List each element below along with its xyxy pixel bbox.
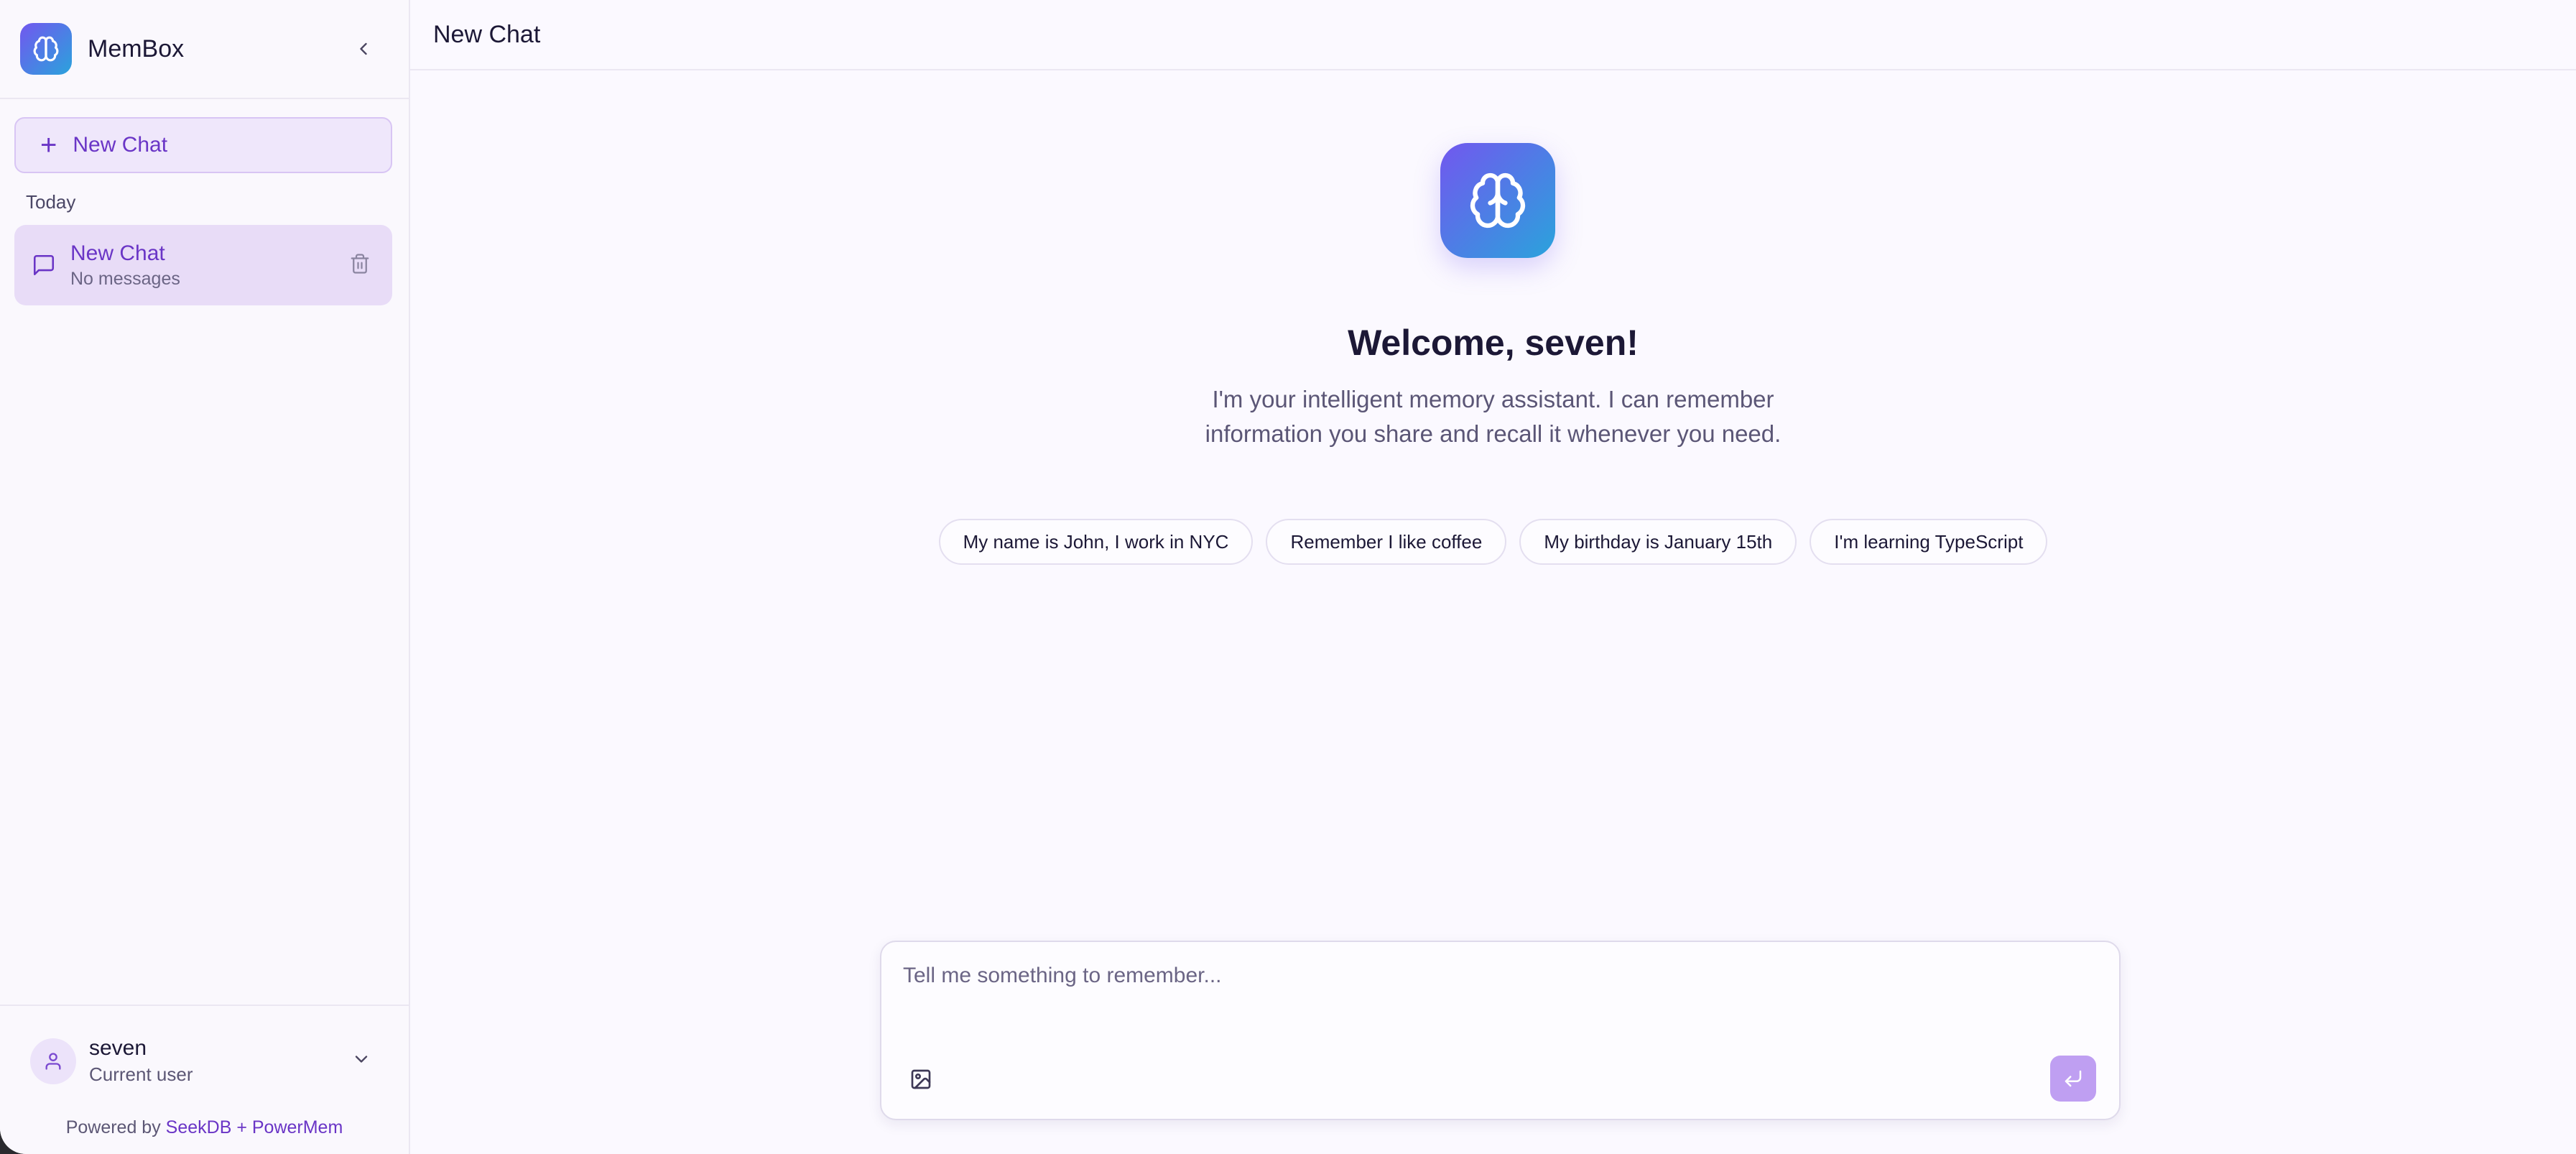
suggestion-chip[interactable]: My birthday is January 15th <box>1519 519 1797 565</box>
plus-icon: + <box>40 129 57 161</box>
app-window: MemBox + New Chat Today New Chat No mess… <box>0 0 2576 1154</box>
avatar <box>30 1038 76 1084</box>
chat-item-text: New Chat No messages <box>70 241 180 290</box>
attach-image-button[interactable] <box>903 1061 939 1097</box>
chevron-left-icon <box>360 42 367 55</box>
message-composer <box>880 941 2121 1120</box>
sidebar: MemBox + New Chat Today New Chat No mess… <box>0 0 410 1154</box>
welcome-subtitle: I'm your intelligent memory assistant. I… <box>1205 386 1782 447</box>
user-role: Current user <box>89 1063 193 1085</box>
brand-header: MemBox <box>0 0 409 99</box>
delete-chat-button[interactable] <box>349 253 371 278</box>
user-icon <box>45 1052 61 1070</box>
user-menu-toggle[interactable] <box>351 1049 371 1073</box>
main-panel: New Chat Welcome, seven! I'm your intell… <box>410 0 2576 1154</box>
send-button[interactable] <box>2050 1056 2096 1102</box>
chevron-down-icon <box>355 1056 368 1063</box>
suggestion-list: My name is John, I work in NYC Remember … <box>410 519 2576 565</box>
chat-item-subtitle: No messages <box>70 268 180 289</box>
message-square-icon <box>33 254 55 276</box>
brain-icon <box>33 36 59 62</box>
powered-by: Powered by SeekDB + PowerMem <box>0 1117 409 1138</box>
enter-arrow-icon <box>2065 1070 2082 1087</box>
message-input[interactable] <box>903 964 2098 988</box>
chat-item-title: New Chat <box>70 241 165 265</box>
new-chat-label: New Chat <box>73 133 168 157</box>
trash-icon <box>351 253 369 274</box>
hero-logo <box>1440 143 1555 258</box>
suggestion-chip[interactable]: My name is John, I work in NYC <box>938 519 1254 565</box>
page-header: New Chat <box>410 0 2576 70</box>
chat-list-item[interactable]: New Chat No messages <box>14 225 392 305</box>
brain-icon <box>1470 172 1526 229</box>
image-icon <box>911 1069 931 1089</box>
user-menu[interactable]: seven Current user <box>30 1036 387 1086</box>
page-title: New Chat <box>433 20 541 48</box>
welcome-heading: Welcome, seven! <box>1348 323 1639 363</box>
app-logo <box>20 23 72 75</box>
user-info: seven Current user <box>89 1036 193 1086</box>
user-name: seven <box>89 1036 147 1060</box>
app-name: MemBox <box>88 34 185 63</box>
sidebar-footer: seven Current user Powered by SeekDB + P… <box>0 1005 409 1154</box>
powered-by-prefix: Powered by <box>65 1117 161 1137</box>
powered-by-brands[interactable]: SeekDB + PowerMem <box>166 1117 343 1137</box>
suggestion-chip[interactable]: Remember I like coffee <box>1266 519 1507 565</box>
section-label-today: Today <box>26 191 76 213</box>
suggestion-chip[interactable]: I'm learning TypeScript <box>1810 519 2048 565</box>
collapse-sidebar-button[interactable] <box>346 31 381 67</box>
new-chat-button[interactable]: + New Chat <box>14 117 392 173</box>
